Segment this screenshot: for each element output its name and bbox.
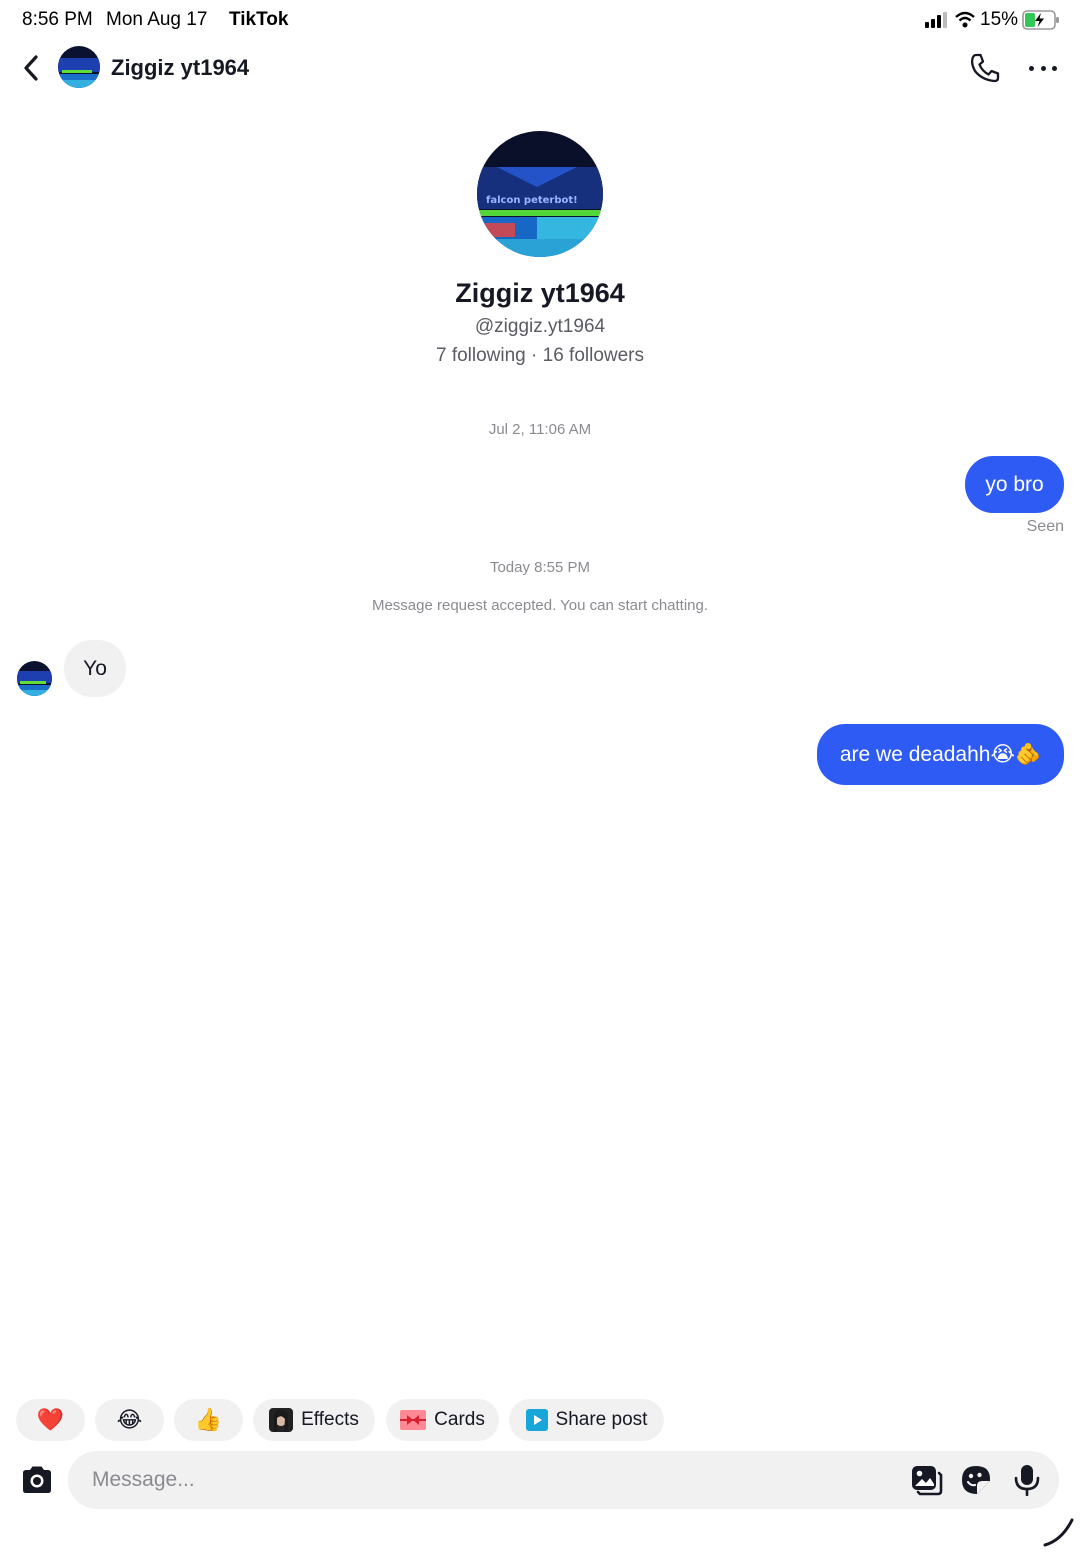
- effects-icon: [269, 1408, 294, 1432]
- battery-charging-icon: [1022, 10, 1059, 30]
- chat-title[interactable]: Ziggiz yt1964: [111, 55, 249, 81]
- quick-actions-bar: ❤️ 😂 👍 Effects Cards Share post: [0, 1399, 1080, 1441]
- outgoing-message[interactable]: yo bro: [965, 456, 1064, 513]
- profile-handle: @ziggiz.yt1964: [474, 316, 606, 337]
- image-button[interactable]: [910, 1464, 944, 1496]
- camera-icon: [23, 1466, 51, 1493]
- more-options-button[interactable]: [1026, 56, 1060, 80]
- profile-avatar[interactable]: falcon peterbot!: [477, 131, 603, 257]
- status-bar: 8:56 PM Mon Aug 17 TikTok 15%: [0, 0, 1080, 40]
- cards-icon: [400, 1410, 427, 1430]
- avatar[interactable]: [58, 46, 100, 88]
- image-gallery-icon: [912, 1466, 943, 1496]
- camera-button[interactable]: [20, 1465, 54, 1495]
- profile-stats: 7 following · 16 followers: [435, 345, 645, 366]
- scroll-handle-icon: [1043, 1518, 1074, 1547]
- message-input[interactable]: [92, 1451, 872, 1509]
- status-app-name: TikTok: [229, 9, 289, 30]
- more-dots-icon: [1029, 65, 1034, 71]
- effects-button[interactable]: Effects: [253, 1399, 375, 1441]
- back-button[interactable]: [16, 52, 46, 84]
- cards-button[interactable]: Cards: [386, 1399, 499, 1441]
- effects-label: Effects: [301, 1409, 359, 1430]
- seen-status: Seen: [1026, 518, 1064, 535]
- laugh-reaction-button[interactable]: 😂: [95, 1399, 164, 1441]
- back-chevron-icon: [24, 55, 38, 81]
- heart-icon: ❤️: [36, 1407, 65, 1432]
- phone-icon: [970, 53, 1000, 83]
- share-post-button[interactable]: Share post: [509, 1399, 664, 1441]
- outgoing-message[interactable]: are we deadahh😭🫵: [817, 724, 1064, 785]
- message-timestamp: Jul 2, 11:06 AM: [488, 421, 592, 438]
- profile-avatar-text: falcon peterbot!: [486, 195, 578, 206]
- sticker-button[interactable]: [960, 1464, 992, 1496]
- chat-header: Ziggiz yt1964: [0, 40, 1080, 96]
- voice-message-button[interactable]: [1012, 1464, 1042, 1497]
- share-post-icon: [525, 1409, 548, 1431]
- microphone-icon: [1014, 1465, 1040, 1497]
- sender-avatar[interactable]: [17, 661, 52, 696]
- profile-name: Ziggiz yt1964: [455, 278, 625, 308]
- status-time: 8:56 PM: [22, 9, 93, 30]
- system-message: Message request accepted. You can start …: [371, 597, 709, 614]
- share-post-label: Share post: [555, 1409, 648, 1430]
- call-button[interactable]: [968, 52, 1002, 84]
- incoming-message[interactable]: Yo: [64, 640, 126, 697]
- cards-label: Cards: [434, 1409, 485, 1430]
- status-date: Mon Aug 17: [106, 9, 208, 30]
- wifi-icon: [955, 11, 975, 28]
- heart-reaction-button[interactable]: ❤️: [16, 1399, 85, 1441]
- battery-percent: 15%: [980, 9, 1019, 30]
- signal-icon: [925, 12, 947, 28]
- thumbs-up-reaction-button[interactable]: 👍: [174, 1399, 243, 1441]
- sticker-face-icon: [962, 1466, 990, 1494]
- laughing-face-icon: 😂: [116, 1407, 143, 1432]
- message-timestamp: Today 8:55 PM: [489, 559, 591, 576]
- message-composer: [68, 1451, 1059, 1509]
- thumbs-up-icon: 👍: [194, 1407, 223, 1432]
